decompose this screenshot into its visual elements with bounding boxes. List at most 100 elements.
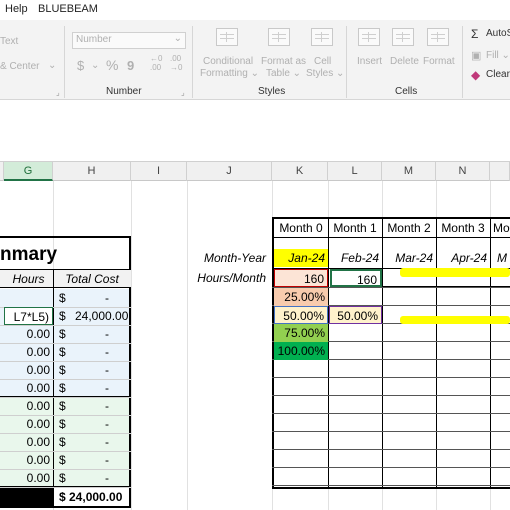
format-cells-button[interactable]: Format <box>423 56 455 67</box>
chevron-down-icon: ⌄ <box>173 33 182 44</box>
ribbon-separator <box>346 26 347 98</box>
fill-icon[interactable]: ▣ <box>471 49 481 62</box>
comma-style-button[interactable]: 9 <box>127 58 134 73</box>
column-header-k[interactable]: K <box>272 162 328 181</box>
alignment-launcher-icon[interactable]: ⌟ <box>56 88 60 97</box>
hours-cell[interactable]: 0.00 <box>4 397 53 415</box>
month-year-cell[interactable]: Jan-24 <box>274 249 328 267</box>
percent-cell-k[interactable]: 25.00% <box>274 288 328 306</box>
total-cost-cell[interactable]: - <box>72 397 112 415</box>
hours-cell[interactable]: 0.00 <box>4 343 53 361</box>
total-cost-cell[interactable]: - <box>72 361 112 379</box>
month-year-label: Month-Year <box>203 251 266 265</box>
delete-cells-button[interactable]: Delete <box>390 56 419 67</box>
percent-cell-k[interactable]: 50.00% <box>274 306 328 324</box>
merge-dropdown-icon[interactable]: ⌄ <box>48 60 56 71</box>
hours-cell[interactable]: L7*L5) <box>4 307 53 325</box>
hours-cell[interactable] <box>4 289 53 307</box>
total-cost-cell[interactable]: - <box>72 379 112 397</box>
column-header-g[interactable]: G <box>4 162 53 181</box>
total-cost-cell[interactable]: - <box>72 343 112 361</box>
cell-styles-label[interactable]: Cell <box>314 56 331 67</box>
month-header[interactable]: Month 2 <box>382 219 436 237</box>
percent-button[interactable]: % <box>106 57 118 73</box>
ribbon-separator <box>462 26 463 98</box>
column-header-n[interactable]: N <box>436 162 490 181</box>
month-header[interactable]: Mo <box>490 219 510 237</box>
total-cost-cell[interactable]: - <box>72 415 112 433</box>
format-as-table-sublabel[interactable]: Table ⌄ <box>266 68 301 79</box>
format-as-table-label[interactable]: Format as <box>261 56 306 67</box>
currency-button[interactable]: $ <box>77 58 84 73</box>
ribbon: Text & Center ⌄ ⌟ Number ⌄ $ ⌄ % 9 ←0 .0… <box>0 20 510 100</box>
column-header-h[interactable]: H <box>53 162 131 181</box>
total-cost-cell[interactable]: - <box>72 433 112 451</box>
conditional-formatting-sublabel[interactable]: Formatting ⌄ <box>200 68 259 79</box>
hours-cell[interactable]: 0.00 <box>4 325 53 343</box>
autosum-icon[interactable]: Σ <box>471 27 478 41</box>
total-cost-cell[interactable]: - <box>72 325 112 343</box>
cell-styles-sublabel[interactable]: Styles ⌄ <box>306 68 344 79</box>
menu-help[interactable]: Help <box>5 3 28 15</box>
worksheet-top-blank <box>0 101 510 161</box>
hours-cell[interactable]: 0.00 <box>4 379 53 397</box>
percent-cell-l[interactable]: 50.00% <box>329 306 382 324</box>
cell-styles-icon <box>311 28 333 46</box>
menu-bluebeam[interactable]: BLUEBEAM <box>38 3 98 15</box>
month-header[interactable]: Month 0 <box>274 219 328 237</box>
number-group-label: Number <box>106 86 142 97</box>
format-cells-icon <box>427 28 449 46</box>
month-header[interactable]: Month 3 <box>436 219 490 237</box>
hours-cell[interactable]: 0.00 <box>4 451 53 469</box>
schedule-labels: Month-Year Hours/Month <box>187 247 272 287</box>
hours-cell[interactable]: 0.00 <box>4 415 53 433</box>
highlight-stroke <box>400 268 510 277</box>
ribbon-separator <box>64 26 65 98</box>
hours-cell-l[interactable]: 160 <box>330 269 382 287</box>
currency-dropdown-icon[interactable]: ⌄ <box>91 60 99 71</box>
cells-group-label: Cells <box>395 86 418 97</box>
fill-button[interactable]: Fill ⌄ <box>486 50 510 61</box>
increase-decimal-button[interactable]: ←0 .00 <box>150 54 164 72</box>
insert-cells-button[interactable]: Insert <box>357 56 382 67</box>
total-cost-cell[interactable]: - <box>72 289 112 307</box>
wrap-text-fragment[interactable]: Text <box>0 36 18 47</box>
hours-cell[interactable]: 0.00 <box>4 469 53 487</box>
styles-group-label: Styles <box>258 86 286 97</box>
hours-month-label: Hours/Month <box>197 271 266 285</box>
total-cost-cell[interactable]: 24,000.00 <box>72 307 128 325</box>
number-format-select[interactable]: Number ⌄ <box>72 32 186 49</box>
hours-cell[interactable]: 0.00 <box>4 433 53 451</box>
insert-cells-icon <box>358 28 380 46</box>
month-year-cell[interactable]: Mar-24 <box>382 249 436 267</box>
month-year-cell[interactable]: M <box>490 249 510 267</box>
column-header-i[interactable]: I <box>131 162 187 181</box>
total-cost-cell[interactable]: - <box>72 451 112 469</box>
decrease-decimal-button[interactable]: .00 →0 <box>170 54 184 72</box>
clear-button[interactable]: Clear <box>486 69 510 80</box>
conditional-formatting-label[interactable]: Conditional <box>203 56 253 67</box>
column-header-l[interactable]: L <box>328 162 382 181</box>
month-header[interactable]: Month 1 <box>328 219 382 237</box>
format-as-table-icon <box>268 28 290 46</box>
eraser-icon[interactable]: ◆ <box>471 68 480 82</box>
highlight-stroke <box>400 316 510 324</box>
autosum-button[interactable]: AutoS <box>486 28 510 39</box>
percent-cell-k[interactable]: 75.00% <box>274 324 328 342</box>
hours-header: Hours <box>12 272 45 286</box>
number-launcher-icon[interactable]: ⌟ <box>181 88 185 97</box>
column-header-m[interactable]: M <box>382 162 436 181</box>
month-year-cell[interactable]: Apr-24 <box>436 249 490 267</box>
percent-cell-k[interactable]: 100.00% <box>274 342 328 360</box>
hours-cell[interactable]: 0.00 <box>4 361 53 379</box>
summary-title: nmary <box>0 244 58 265</box>
hours-cell-k[interactable]: 160 <box>274 269 328 287</box>
total-cost-cell[interactable]: - <box>72 469 112 487</box>
column-header-bar: G H I J K L M N <box>0 161 510 181</box>
merge-center-button[interactable]: & Center <box>0 61 39 72</box>
month-year-cell[interactable]: Feb-24 <box>328 249 382 267</box>
total-cost-value[interactable]: $ 24,000.00 <box>56 488 131 506</box>
delete-cells-icon <box>392 28 414 46</box>
column-header-j[interactable]: J <box>187 162 272 181</box>
summary-table: nmary Hours Total Cost $ - L7*L5) $24,000.0… <box>0 236 131 508</box>
